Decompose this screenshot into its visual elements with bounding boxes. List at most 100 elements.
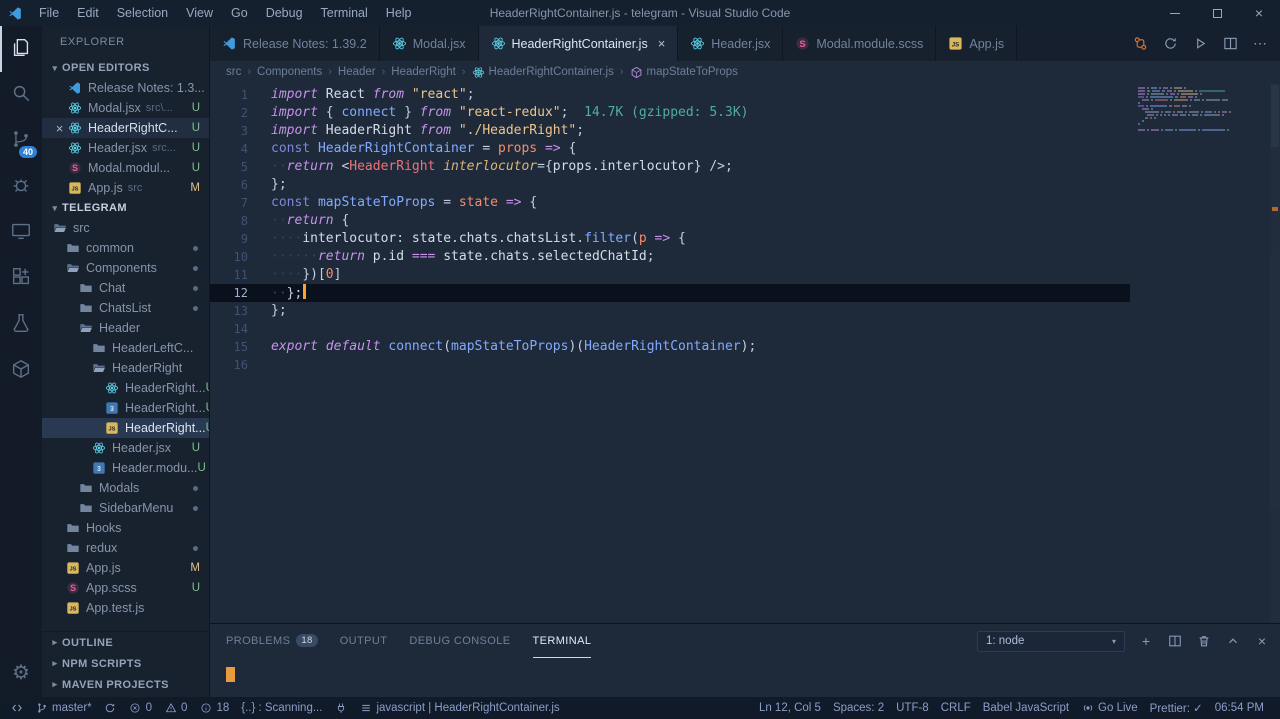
section-npm-scripts[interactable]: ▸ NPM SCRIPTS bbox=[42, 653, 209, 674]
close-icon[interactable]: × bbox=[658, 36, 666, 51]
status-indentation[interactable]: Spaces: 2 bbox=[827, 697, 890, 719]
status-doc-language[interactable]: javascript | HeaderRightContainer.js bbox=[353, 697, 565, 719]
tree-item-modals[interactable]: Modals bbox=[42, 478, 209, 498]
menu-debug[interactable]: Debug bbox=[257, 0, 312, 26]
tree-item-chat[interactable]: Chat bbox=[42, 278, 209, 298]
close-icon[interactable]: × bbox=[1254, 633, 1270, 649]
tree-item-headerleftc[interactable]: HeaderLeftC... bbox=[42, 338, 209, 358]
breadcrumb-components[interactable]: Components bbox=[255, 66, 324, 78]
split-terminal-icon[interactable] bbox=[1167, 633, 1183, 649]
breadcrumb-header[interactable]: Header bbox=[336, 66, 378, 78]
status-cursor-position[interactable]: Ln 12, Col 5 bbox=[753, 697, 827, 719]
status-clock[interactable]: 06:54 PM bbox=[1209, 697, 1270, 719]
status-eol[interactable]: CRLF bbox=[935, 697, 977, 719]
code-line-12[interactable]: 12 ··}; bbox=[210, 283, 1130, 302]
status-sync[interactable] bbox=[98, 697, 123, 719]
tree-item-app-test-js[interactable]: JS App.test.js bbox=[42, 598, 209, 618]
tree-item-chatslist[interactable]: ChatsList bbox=[42, 298, 209, 318]
open-editor-headerrightc[interactable]: × HeaderRightC... U bbox=[42, 118, 209, 138]
activity-source-control[interactable]: 40 bbox=[0, 118, 42, 164]
scrollbar-slider[interactable] bbox=[1271, 85, 1279, 147]
more-actions-icon[interactable]: ⋯ bbox=[1252, 35, 1268, 52]
add-icon[interactable]: + bbox=[1138, 633, 1154, 649]
status-remote[interactable] bbox=[4, 697, 29, 719]
activity-debug[interactable] bbox=[0, 164, 42, 210]
code-line-14[interactable]: 14 bbox=[210, 320, 1130, 338]
editor-scrollbar[interactable] bbox=[1270, 83, 1280, 623]
status-errors[interactable]: 0 bbox=[123, 697, 158, 719]
activity-search[interactable] bbox=[0, 72, 42, 118]
menu-view[interactable]: View bbox=[177, 0, 222, 26]
status-git-branch[interactable]: master* bbox=[29, 697, 98, 719]
tab-header-jsx[interactable]: Header.jsx bbox=[678, 26, 784, 61]
refresh-icon[interactable] bbox=[1162, 36, 1178, 52]
breadcrumb-src[interactable]: src bbox=[224, 66, 243, 78]
menu-terminal[interactable]: Terminal bbox=[312, 0, 377, 26]
panel-tab-output[interactable]: OUTPUT bbox=[340, 624, 388, 658]
code-line-7[interactable]: 7 const mapStateToProps = state => { bbox=[210, 194, 1130, 212]
close-button[interactable]: × bbox=[1238, 0, 1280, 26]
status-encoding[interactable]: UTF-8 bbox=[890, 697, 935, 719]
open-editor-header-jsx[interactable]: Header.jsx src... U bbox=[42, 138, 209, 158]
code-line-6[interactable]: 6}; bbox=[210, 176, 1130, 194]
tree-item-components[interactable]: Components bbox=[42, 258, 209, 278]
tab-modal-jsx[interactable]: Modal.jsx bbox=[379, 26, 479, 61]
run-icon[interactable] bbox=[1192, 36, 1208, 52]
section-outline[interactable]: ▸ OUTLINE bbox=[42, 632, 209, 653]
tree-item-app-js[interactable]: JS App.js M bbox=[42, 558, 209, 578]
terminal-select[interactable]: 1: node ▾ bbox=[977, 630, 1125, 652]
editor[interactable]: 1 import React from "react"; 2 import { con… bbox=[210, 83, 1280, 623]
code-line-3[interactable]: 3 import HeaderRight from "./HeaderRight"… bbox=[210, 122, 1130, 140]
activity-docker[interactable] bbox=[0, 348, 42, 394]
activity-test[interactable] bbox=[0, 302, 42, 348]
chevron-up-icon[interactable] bbox=[1225, 633, 1241, 649]
compare-changes-icon[interactable] bbox=[1132, 36, 1148, 52]
code-line-10[interactable]: 10 ······return p.id === state.chats.sele… bbox=[210, 248, 1130, 266]
section-maven-projects[interactable]: ▸ MAVEN PROJECTS bbox=[42, 674, 209, 695]
tree-item-header[interactable]: Header bbox=[42, 318, 209, 338]
tab-release-notes-1-39-2[interactable]: Release Notes: 1.39.2 bbox=[210, 26, 380, 61]
menu-selection[interactable]: Selection bbox=[108, 0, 177, 26]
tree-item-src[interactable]: src bbox=[42, 218, 209, 238]
tree-item-header-jsx[interactable]: Header.jsx U bbox=[42, 438, 209, 458]
code-line-11[interactable]: 11 ····})[0] bbox=[210, 266, 1130, 284]
tab-modal-module-scss[interactable]: S Modal.module.scss bbox=[783, 26, 937, 61]
close-icon[interactable]: × bbox=[52, 121, 67, 136]
status-connector[interactable] bbox=[328, 697, 353, 719]
tab-headerrightcontainer-js[interactable]: HeaderRightContainer.js × bbox=[478, 26, 679, 61]
code-line-9[interactable]: 9 ····interlocutor: state.chats.chatsList… bbox=[210, 230, 1130, 248]
tree-item-hooks[interactable]: Hooks bbox=[42, 518, 209, 538]
panel-tab-terminal[interactable]: TERMINAL bbox=[532, 624, 592, 658]
code-line-16[interactable]: 16 bbox=[210, 356, 1130, 374]
tab-app-js[interactable]: JS App.js bbox=[936, 26, 1018, 61]
code-line-13[interactable]: 13}; bbox=[210, 302, 1130, 320]
open-editor-app-js[interactable]: JS App.js src M bbox=[42, 178, 209, 198]
tree-item-common[interactable]: common bbox=[42, 238, 209, 258]
tree-item-header-modu[interactable]: 3 Header.modu... U bbox=[42, 458, 209, 478]
open-editor-modal-jsx[interactable]: Modal.jsx src\... U bbox=[42, 98, 209, 118]
breadcrumb-headerright[interactable]: HeaderRight bbox=[389, 66, 458, 78]
code-line-4[interactable]: 4 const HeaderRightContainer = props => { bbox=[210, 140, 1130, 158]
code-line-8[interactable]: 8 ··return { bbox=[210, 212, 1130, 230]
breadcrumb-mapstatetoprops[interactable]: mapStateToProps bbox=[628, 66, 740, 79]
tree-item-headerright[interactable]: JS HeaderRight...U bbox=[42, 418, 209, 438]
menu-help[interactable]: Help bbox=[377, 0, 421, 26]
status-language-mode[interactable]: Babel JavaScript bbox=[977, 697, 1075, 719]
terminal[interactable] bbox=[210, 658, 1280, 697]
code-line-1[interactable]: 1 import React from "react"; bbox=[210, 86, 1130, 104]
code-area[interactable]: 1 import React from "react"; 2 import { con… bbox=[210, 83, 1130, 374]
open-editors-header[interactable]: ▾ OPEN EDITORS bbox=[42, 58, 209, 78]
menu-edit[interactable]: Edit bbox=[68, 0, 108, 26]
minimap[interactable] bbox=[1138, 87, 1268, 135]
menu-file[interactable]: File bbox=[30, 0, 68, 26]
tree-item-headerright[interactable]: HeaderRight bbox=[42, 358, 209, 378]
code-line-15[interactable]: 15 export default connect(mapStateToProps… bbox=[210, 338, 1130, 356]
menu-go[interactable]: Go bbox=[222, 0, 257, 26]
tree-item-headerright[interactable]: HeaderRight...U bbox=[42, 378, 209, 398]
tree-item-sidebarmenu[interactable]: SidebarMenu bbox=[42, 498, 209, 518]
split-editor-icon[interactable] bbox=[1222, 36, 1238, 52]
trash-icon[interactable] bbox=[1196, 633, 1212, 649]
tree-item-app-scss[interactable]: S App.scss U bbox=[42, 578, 209, 598]
restore-button[interactable] bbox=[1196, 0, 1238, 26]
status-prettier[interactable]: Prettier: ✓ bbox=[1144, 697, 1209, 719]
